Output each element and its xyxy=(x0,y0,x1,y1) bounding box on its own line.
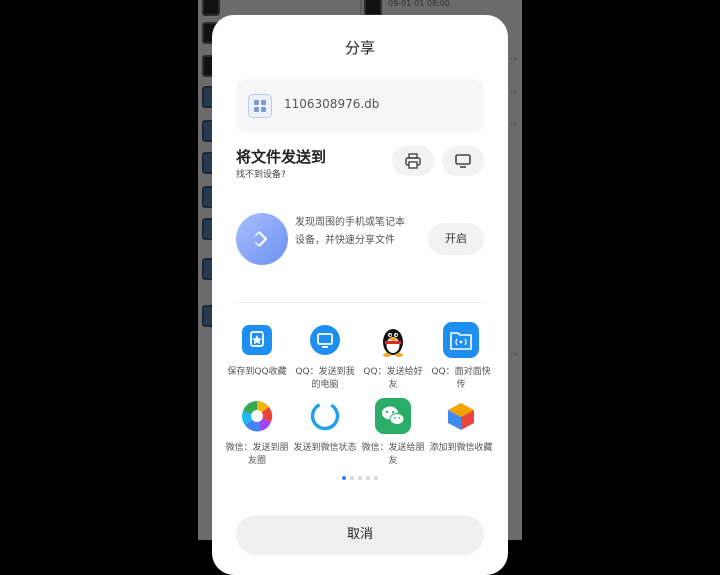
wechat-status-icon xyxy=(307,398,343,434)
background-arrow: -> xyxy=(510,350,519,358)
monitor-icon xyxy=(455,154,471,168)
app-label: 微信：发送给朋友 xyxy=(361,443,425,466)
page-dot xyxy=(350,476,354,480)
nearby-share-description: 发现周围的手机或笔记本设备，并快速分享文件 xyxy=(295,217,405,246)
file-name: 1106308976.db xyxy=(284,97,380,111)
app-label: 添加到微信收藏 xyxy=(429,443,493,453)
app-label: 保存到QQ收藏 xyxy=(227,367,287,377)
app-label: QQ：发送到我的电脑 xyxy=(295,367,355,390)
background-file-icon xyxy=(364,0,382,16)
wechat-icon xyxy=(375,398,411,434)
app-wechat-friend[interactable]: 微信：发送给朋友 xyxy=(360,398,426,468)
app-qq-favorites[interactable]: 保存到QQ收藏 xyxy=(224,322,290,379)
app-label: QQ：面对面快传 xyxy=(431,367,491,390)
app-label: 发送到微信状态 xyxy=(293,443,357,453)
app-label: 微信：发送到朋友圈 xyxy=(225,443,289,466)
app-wechat-moments[interactable]: 微信：发送到朋友圈 xyxy=(224,398,290,468)
app-wechat-status[interactable]: 发送到微信状态 xyxy=(292,398,358,455)
cancel-button[interactable]: 取消 xyxy=(236,515,484,555)
page-dot xyxy=(342,476,346,480)
qq-favorites-icon xyxy=(242,325,272,355)
file-icon xyxy=(248,94,272,118)
background-date: 09-01-01 08:00 xyxy=(388,0,450,8)
wechat-favorites-icon xyxy=(443,398,479,434)
background-arrow: -> xyxy=(510,120,519,128)
no-device-link[interactable]: 找不到设备? xyxy=(236,167,286,180)
background-file-icon xyxy=(202,0,220,16)
screen-cast-button[interactable] xyxy=(442,146,484,176)
print-button[interactable] xyxy=(392,146,434,176)
app-qq-face-to-face[interactable]: QQ：面对面快传 xyxy=(428,322,494,392)
background-arrow: -> xyxy=(510,55,519,63)
page-dot xyxy=(358,476,362,480)
qq-my-computer-icon xyxy=(310,325,340,355)
qq-face-to-face-icon xyxy=(443,322,479,358)
app-label: QQ：发送给好友 xyxy=(363,367,423,390)
qq-penguin-icon xyxy=(375,322,411,358)
app-qq-friend[interactable]: QQ：发送给好友 xyxy=(360,322,426,392)
app-qq-my-computer[interactable]: QQ：发送到我的电脑 xyxy=(292,322,358,392)
section-divider xyxy=(236,302,484,303)
printer-icon xyxy=(405,153,421,169)
share-sheet: 分享 1106308976.db 将文件发送到 找不到设备? 发现周围的手机或笔… xyxy=(212,15,508,575)
sheet-title: 分享 xyxy=(344,39,375,57)
send-to-title: 将文件发送到 xyxy=(236,148,327,166)
background-arrow: -> xyxy=(510,88,519,96)
enable-nearby-button[interactable]: 开启 xyxy=(428,223,484,255)
nearby-share-icon xyxy=(236,213,288,265)
wechat-moments-icon xyxy=(239,398,275,434)
file-card: 1106308976.db xyxy=(236,79,484,133)
app-wechat-favorites[interactable]: 添加到微信收藏 xyxy=(428,398,494,455)
page-dot xyxy=(366,476,370,480)
page-dot xyxy=(374,476,378,480)
